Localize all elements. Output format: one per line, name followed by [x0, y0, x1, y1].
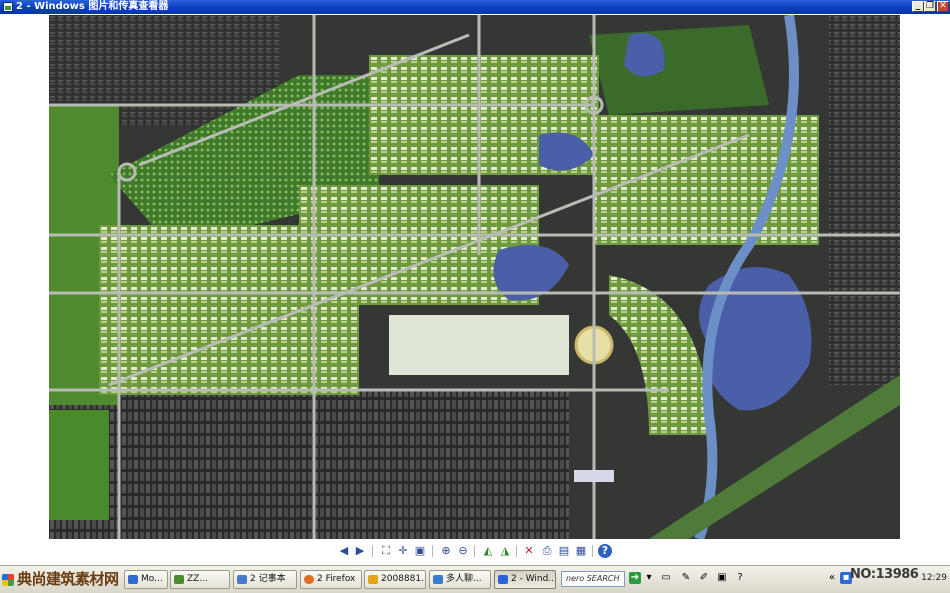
minimize-button[interactable]: _ [912, 1, 924, 12]
rotate-counterclockwise-button[interactable]: ◮ [498, 544, 512, 558]
firefox-icon [304, 575, 314, 584]
previous-image-button[interactable]: ◀ [337, 544, 351, 558]
tray-expand-button[interactable]: « [826, 572, 838, 584]
settings-icon[interactable]: ▣ [716, 572, 728, 584]
print-button[interactable]: ⎙ [540, 544, 554, 558]
nero-search-input[interactable]: nero SEARCH [561, 571, 625, 587]
windows-flag-icon [2, 574, 14, 586]
best-fit-button[interactable]: ⛶ [379, 544, 393, 558]
taskbar-item-active[interactable]: 2 - Wind... [494, 570, 556, 589]
zoom-in-button[interactable]: ⊕ [439, 544, 453, 558]
taskbar-item-label: 2008881... [381, 574, 426, 584]
taskbar-item-label: ZZ... [187, 574, 208, 584]
taskbar-item[interactable]: ZZ... [170, 570, 230, 589]
master-plan-image[interactable] [49, 15, 900, 539]
chat-icon [433, 575, 443, 584]
search-go-icon[interactable]: ➔ [629, 572, 641, 584]
taskbar-item-label: Mo... [141, 574, 163, 584]
save-button[interactable]: ▤ [557, 544, 571, 558]
start-button[interactable]: 典尚建筑素材网 [2, 570, 120, 589]
zoom-out-button[interactable]: ⊖ [456, 544, 470, 558]
picture-viewer-icon [498, 575, 508, 584]
app-icon [128, 575, 138, 584]
toolbar-separator [372, 545, 373, 557]
restore-button[interactable]: ❐ [924, 1, 936, 12]
notepad-icon [237, 575, 247, 584]
taskbar: 典尚建筑素材网 Mo... ZZ... 2 记事本 2 Firefox 2008… [0, 565, 950, 593]
delete-button[interactable]: ✕ [522, 544, 536, 558]
image-viewer-canvas [0, 14, 950, 540]
toolbar-separator [516, 545, 517, 557]
toolbar-separator [432, 545, 433, 557]
taskbar-item-label: 2 Firefox [317, 574, 356, 584]
rotate-clockwise-button[interactable]: ◭ [481, 544, 495, 558]
app-icon [368, 575, 378, 584]
taskbar-item-label: 2 - Wind... [511, 574, 556, 584]
watermark-text: NO:13986 [850, 567, 919, 582]
slideshow-button[interactable]: ▣ [413, 544, 427, 558]
app-icon [174, 575, 184, 584]
chevron-down-icon[interactable]: ▾ [643, 572, 655, 584]
taskbar-item[interactable]: 2008881... [364, 570, 426, 589]
window-title: 2 - Windows 图片和传真查看器 [16, 1, 169, 12]
pen-icon[interactable]: ✐ [698, 572, 710, 584]
taskbar-item[interactable]: 2 记事本 [233, 570, 297, 589]
close-button[interactable]: ✕ [937, 1, 949, 12]
actual-size-button[interactable]: ✛ [396, 544, 410, 558]
keyboard-icon[interactable]: ▭ [660, 572, 672, 584]
start-label: 典尚建筑素材网 [17, 570, 119, 588]
window-title-bar[interactable]: 2 - Windows 图片和传真查看器 _ ❐ ✕ [0, 0, 950, 14]
picture-viewer-app-icon [3, 2, 13, 12]
edit-button[interactable]: ▦ [574, 544, 588, 558]
viewer-toolbar: ◀ ▶ ⛶ ✛ ▣ ⊕ ⊖ ◭ ◮ ✕ ⎙ ▤ ▦ ? [0, 540, 950, 565]
taskbar-item[interactable]: Mo... [124, 570, 168, 589]
taskbar-item[interactable]: 多人聊... [429, 570, 491, 589]
clock[interactable]: 12:29 [921, 573, 947, 583]
next-image-button[interactable]: ▶ [353, 544, 367, 558]
tools-icon[interactable]: ✎ [680, 572, 692, 584]
taskbar-item[interactable]: 2 Firefox [300, 570, 362, 589]
help-button[interactable]: ? [598, 544, 612, 558]
help-icon[interactable]: ? [734, 572, 746, 584]
toolbar-separator [474, 545, 475, 557]
taskbar-item-label: 多人聊... [446, 574, 482, 584]
toolbar-separator [592, 545, 593, 557]
taskbar-item-label: 2 记事本 [250, 574, 286, 584]
